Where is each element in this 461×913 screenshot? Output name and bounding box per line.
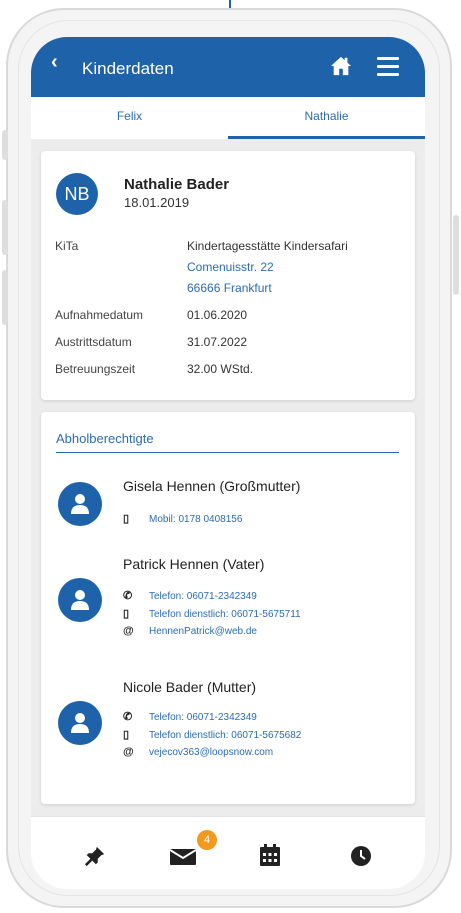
exit-label: Austrittsdatum: [55, 335, 132, 349]
child-info-card: NB Nathalie Bader 18.01.2019 KiTa Kinder…: [41, 151, 415, 400]
contact-row[interactable]: ✆ Telefon: 06071-2342349: [123, 710, 257, 723]
child-birthdate: 18.01.2019: [124, 195, 190, 210]
home-icon[interactable]: [330, 55, 352, 77]
pickup-card: Abholberechtigte Gisela Hennen (Großmutt…: [41, 412, 415, 804]
side-button: [453, 215, 459, 295]
kita-name: Kindertagesstätte Kindersafari: [187, 239, 348, 253]
app-header: ‹ Kinderdaten: [31, 37, 425, 97]
contact-row[interactable]: ▯ Telefon dienstlich: 06071-5675711: [123, 607, 301, 620]
person-name: Patrick Hennen (Vater): [123, 556, 265, 572]
admission-label: Aufnahmedatum: [55, 308, 144, 322]
tab-nathalie[interactable]: Nathalie: [228, 97, 425, 139]
email-icon: @: [123, 625, 134, 637]
kita-label: KiTa: [55, 239, 79, 253]
tab-felix[interactable]: Felix: [31, 97, 228, 139]
email-icon: @: [123, 746, 134, 758]
side-button: [2, 200, 8, 255]
avatar: NB: [56, 173, 98, 215]
exit-date: 31.07.2022: [187, 335, 248, 349]
mail-badge: 4: [197, 830, 217, 850]
contact-row[interactable]: ▯ Telefon dienstlich: 06071-5675682: [123, 728, 301, 741]
person-avatar-icon: [58, 578, 102, 622]
clock-icon[interactable]: [350, 845, 372, 867]
phone-icon: ✆: [123, 711, 133, 723]
phone-icon: ✆: [123, 590, 133, 602]
side-button: [2, 130, 8, 160]
child-name: Nathalie Bader: [124, 176, 230, 193]
section-title: Abholberechtigte: [56, 431, 154, 446]
pin-icon[interactable]: [84, 845, 106, 867]
person-name: Nicole Bader (Mutter): [123, 679, 257, 695]
person-avatar-icon: [58, 482, 102, 526]
child-tabs: Felix Nathalie: [31, 97, 425, 139]
app-screen: ‹ Kinderdaten Felix Nathalie NB Nathalie…: [31, 37, 425, 889]
contact-row[interactable]: ▯ Mobil: 0178 0408156: [123, 512, 242, 525]
contact-row[interactable]: @ vejecov363@loopsnow.com: [123, 746, 273, 758]
page-title: Kinderdaten: [82, 59, 174, 78]
care-time-value: 32.00 WStd.: [187, 362, 254, 376]
menu-icon[interactable]: [377, 57, 399, 76]
contact-row[interactable]: @ HennenPatrick@web.de: [123, 625, 257, 637]
calendar-icon[interactable]: [260, 844, 280, 866]
person-name: Gisela Hennen (Großmutter): [123, 478, 301, 494]
admission-date: 01.06.2020: [187, 308, 248, 322]
section-divider: [56, 452, 399, 453]
care-time-label: Betreuungszeit: [55, 362, 136, 376]
chevron-left-icon[interactable]: ‹: [51, 51, 58, 74]
mobile-icon: ▯: [123, 513, 130, 525]
contact-row[interactable]: ✆ Telefon: 06071-2342349: [123, 589, 257, 602]
mobile-icon: ▯: [123, 729, 130, 741]
kita-street[interactable]: Comenuisstr. 22: [187, 260, 274, 274]
mail-icon[interactable]: [170, 847, 196, 867]
side-button: [2, 270, 8, 325]
bottom-nav: 4: [31, 816, 425, 889]
person-avatar-icon: [58, 701, 102, 745]
kita-city[interactable]: 66666 Frankfurt: [187, 281, 272, 295]
mobile-icon: ▯: [123, 608, 130, 620]
